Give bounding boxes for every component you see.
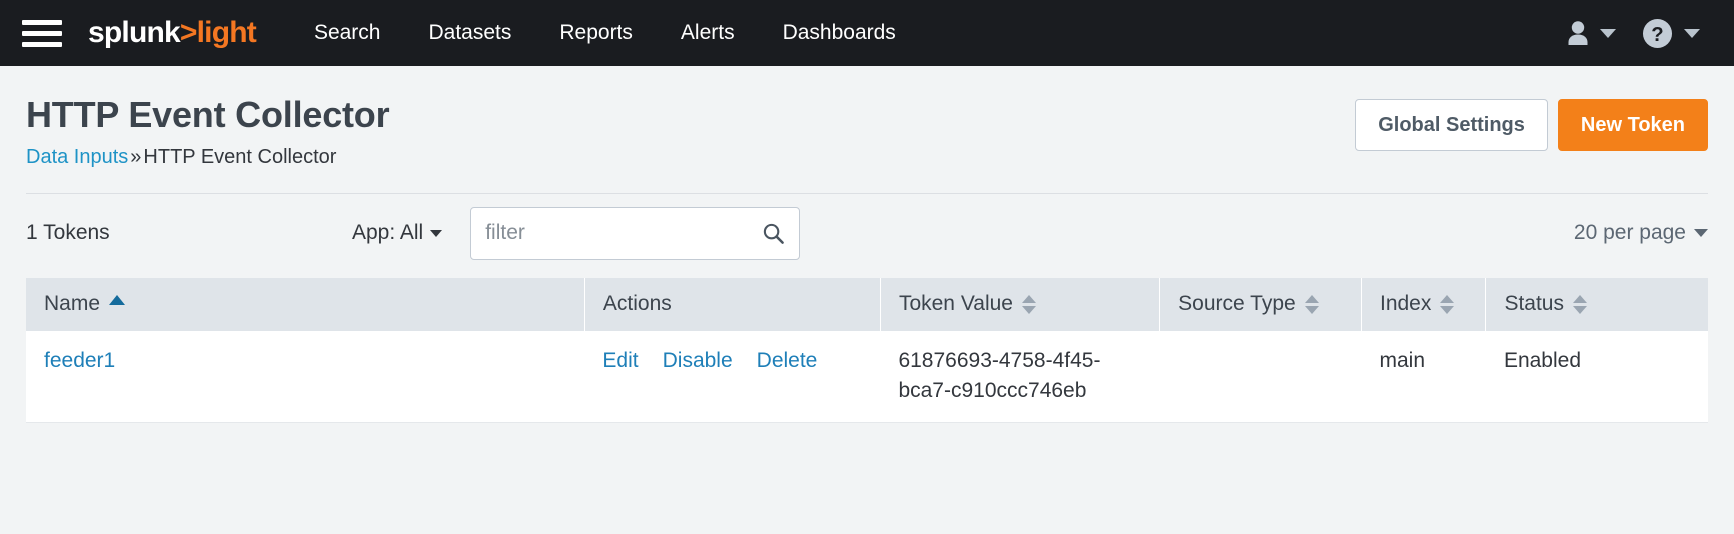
sort-up-arrow [1572, 294, 1587, 303]
column-header-index[interactable]: Index [1361, 278, 1487, 331]
token-value-line-1: 61876693-4758-4f45- [898, 349, 1101, 372]
cell-name: feeder1 [26, 331, 585, 423]
per-page-label: 20 per page [1573, 221, 1686, 244]
tokens-table-header: Name Actions Token Value Source Type Ind… [26, 278, 1708, 331]
page-header-left: HTTP Event Collector Data Inputs» HTTP Ev… [26, 92, 390, 169]
primary-nav: Search Datasets Reports Alerts Dashboard… [290, 0, 920, 66]
logo-text-splunk: splunk [88, 16, 181, 49]
column-header-label: Name [44, 292, 101, 315]
chevron-down-icon [1694, 229, 1708, 237]
hamburger-bar [22, 19, 62, 25]
logo-chevron-icon: > [179, 16, 198, 49]
nav-item-search[interactable]: Search [290, 0, 405, 66]
table-header-row: Name Actions Token Value Source Type Ind… [26, 278, 1708, 331]
column-header-actions: Actions [584, 278, 881, 331]
cell-token-value: 61876693-4758-4f45- bca7-c910ccc746eb [880, 331, 1160, 423]
sort-down-arrow [1021, 305, 1036, 314]
sort-up-arrow [1021, 294, 1036, 303]
page-title: HTTP Event Collector [26, 94, 390, 135]
sort-both-icon [1021, 294, 1036, 314]
column-header-label: Token Value [898, 292, 1013, 315]
page-header-actions: Global Settings New Token [1355, 92, 1708, 151]
nav-item-alerts[interactable]: Alerts [657, 0, 759, 66]
user-menu[interactable] [1559, 21, 1624, 45]
column-header-label: Source Type [1178, 292, 1296, 315]
splunk-light-logo[interactable]: splunk>light [88, 16, 257, 50]
hamburger-icon[interactable] [22, 18, 62, 48]
cell-status: Enabled [1485, 331, 1708, 423]
chevron-down-icon [1600, 28, 1616, 38]
page-header: HTTP Event Collector Data Inputs» HTTP Ev… [26, 66, 1708, 169]
cell-index: main [1361, 331, 1486, 423]
token-count-label: 1 Tokens [26, 221, 110, 244]
column-header-label: Index [1379, 292, 1432, 315]
sort-both-icon [1304, 294, 1319, 314]
help-circle-icon: ? [1642, 18, 1673, 48]
column-header-label: Actions [602, 292, 672, 315]
nav-item-dashboards[interactable]: Dashboards [759, 0, 920, 66]
table-row: feeder1 Edit Disable Delete 61876693-4758-… [26, 331, 1708, 423]
person-icon [1568, 21, 1588, 45]
navbar-right-group: ? [1559, 18, 1708, 49]
tokens-table-body: feeder1 Edit Disable Delete 61876693-4758-… [26, 331, 1708, 423]
column-header-source-type[interactable]: Source Type [1159, 278, 1362, 331]
table-controls: 1 Tokens App: All 20 per page [26, 194, 1708, 272]
hamburger-bar [22, 30, 62, 36]
cell-source-type [1159, 331, 1362, 423]
app-filter-label: App: All [352, 221, 424, 244]
chevron-down-icon [1684, 28, 1700, 38]
sort-down-arrow [1572, 305, 1587, 314]
disable-link[interactable]: Disable [663, 346, 733, 376]
sort-down-arrow [1304, 305, 1319, 314]
logo-text-light: light [196, 16, 257, 49]
search-icon[interactable] [762, 222, 785, 245]
sort-ascending-icon [109, 295, 126, 305]
top-navbar: splunk>light Search Datasets Reports Ale… [0, 0, 1734, 66]
breadcrumb-separator: » [130, 146, 142, 168]
column-header-label: Status [1504, 292, 1564, 315]
filter-input[interactable] [485, 221, 763, 245]
nav-item-datasets[interactable]: Datasets [404, 0, 535, 66]
token-name-link[interactable]: feeder1 [44, 349, 115, 372]
sort-up-arrow [1304, 294, 1319, 303]
sort-up-arrow [1440, 294, 1455, 303]
column-header-name[interactable]: Name [26, 278, 585, 331]
svg-text:?: ? [1651, 23, 1663, 45]
delete-link[interactable]: Delete [757, 346, 818, 376]
tokens-table: Name Actions Token Value Source Type Ind… [26, 278, 1708, 423]
filter-search-box[interactable] [470, 206, 801, 260]
breadcrumb: Data Inputs» HTTP Event Collector [26, 146, 389, 169]
token-value-line-2: bca7-c910ccc746eb [898, 379, 1087, 403]
breadcrumb-link-data-inputs[interactable]: Data Inputs [26, 146, 128, 168]
per-page-dropdown[interactable]: 20 per page [1574, 221, 1708, 245]
chevron-down-icon [430, 229, 443, 237]
column-header-status[interactable]: Status [1485, 278, 1708, 331]
page-body: HTTP Event Collector Data Inputs» HTTP Ev… [0, 66, 1734, 423]
edit-link[interactable]: Edit [602, 346, 638, 376]
new-token-button[interactable]: New Token [1557, 99, 1708, 151]
breadcrumb-current: HTTP Event Collector [143, 146, 337, 168]
app-filter-dropdown[interactable]: App: All [352, 221, 443, 245]
sort-both-icon [1572, 294, 1587, 314]
global-settings-button[interactable]: Global Settings [1355, 99, 1548, 151]
sort-both-icon [1440, 294, 1455, 314]
sort-down-arrow [1440, 305, 1455, 314]
cell-actions: Edit Disable Delete [584, 331, 881, 423]
nav-item-reports[interactable]: Reports [535, 0, 657, 66]
hamburger-bar [22, 41, 62, 47]
help-menu[interactable]: ? [1634, 18, 1708, 49]
column-header-token-value[interactable]: Token Value [880, 278, 1161, 331]
